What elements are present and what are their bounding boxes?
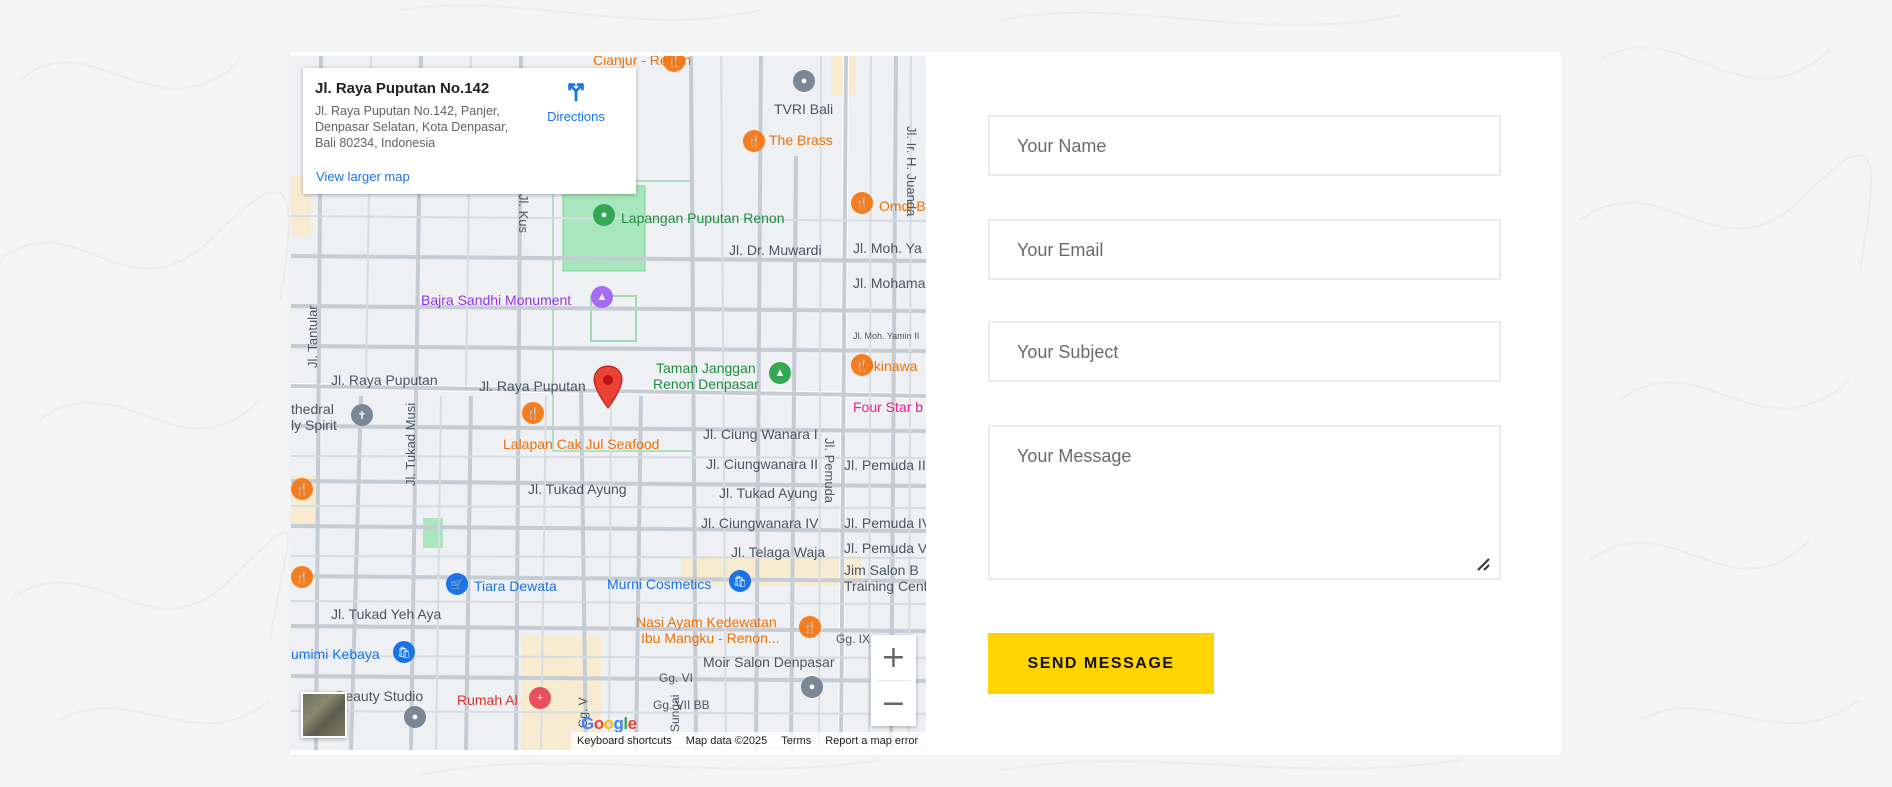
map-label: Jl. Tantular [305, 305, 320, 368]
directions-button[interactable]: Directions [536, 80, 616, 124]
map-data-label: Map data ©2025 [685, 735, 768, 747]
map-label: Jl. Pemuda II [844, 457, 926, 473]
map-label: Jl. Moh. Ya [853, 240, 922, 256]
map-label: Jl. Ciung Wanara I [703, 426, 818, 442]
map-label: ly Spirit [291, 417, 337, 433]
map-label: Bajra Sandhi Monument [421, 292, 572, 308]
map-label: Jl. Tukad Ayung [719, 485, 818, 501]
map-label: TVRI Bali [774, 101, 834, 117]
map-label: thedral [291, 401, 334, 417]
map-label: Jl. Dr. Muwardi [729, 242, 822, 258]
keyboard-shortcuts-link[interactable]: Keyboard shortcuts [577, 735, 672, 747]
monument-icon[interactable]: ▲ [591, 286, 613, 308]
map-label: Jl. Raya Puputan [479, 378, 586, 394]
map-label: Taman Janggan [656, 360, 756, 376]
name-field[interactable]: Your Name [988, 115, 1501, 176]
map-label: Jl. Pemuda [822, 438, 837, 504]
report-error-link[interactable]: Report a map error [825, 735, 918, 747]
zoom-controls: + − [871, 635, 916, 726]
hospital-icon[interactable]: + [529, 687, 551, 709]
map-label: Jl. Ciungwanara II [706, 456, 819, 472]
map-label: Jl. Moh. Yamin II [853, 331, 920, 341]
restaurant-icon[interactable]: 🍴 [522, 402, 544, 424]
map-label: Murni Cosmetics [607, 576, 712, 592]
message-field[interactable]: Your Message [988, 425, 1501, 580]
shop-icon[interactable]: 🛒 [446, 573, 468, 595]
email-field[interactable]: Your Email [988, 219, 1501, 280]
map-label: Jl. Tukad Yeh Aya [331, 606, 442, 622]
map-label: Gg. IX [836, 632, 871, 646]
google-logo: Google [581, 714, 637, 733]
map-label: Four Star b [853, 399, 924, 415]
map-label: Jl. Ciungwanara IV [701, 515, 819, 531]
map-label: Renon Denpasar [653, 376, 759, 392]
map-label: Jl. Raya Puputan [331, 372, 438, 388]
place-marker-icon[interactable]: ● [801, 676, 823, 698]
map-label: Jl. Tukad Musi [403, 402, 418, 486]
restaurant-icon[interactable]: 🍴 [799, 616, 821, 638]
map-label: Training Cent [844, 578, 926, 594]
map-label: Jl. Tukad Ayung [528, 481, 627, 497]
map-label: Okinawa [863, 358, 918, 374]
message-placeholder: Your Message [1017, 446, 1132, 466]
restaurant-icon[interactable]: 🍴 [291, 478, 313, 500]
place-address: Jl. Raya Puputan No.142, Panjer, Denpasa… [315, 104, 509, 150]
map-attribution: Keyboard shortcuts Map data ©2025 Terms … [571, 732, 926, 750]
map-label: Jl. Telaga Waja [731, 544, 826, 560]
map-label: Jl. Mohama [853, 275, 926, 291]
subject-placeholder: Your Subject [1017, 342, 1119, 362]
resize-handle-icon[interactable] [1475, 556, 1491, 572]
google-map[interactable]: 🍴 🍴 🍴 🍴 🍴 🍴 🍴 🍴 ● ✝ ● ● ● ▲ ▲ 🛒 🛍 🛍 + Ci… [291, 56, 926, 750]
restaurant-icon[interactable]: 🍴 [851, 192, 873, 214]
place-marker-icon[interactable]: ✝ [351, 404, 373, 426]
name-placeholder: Your Name [1017, 136, 1107, 156]
map-label: Lalapan Cak Jul Seafood [503, 436, 660, 452]
map-label: Nasi Ayam Kedewatan [636, 614, 777, 630]
directions-icon [568, 83, 584, 102]
satellite-view-toggle[interactable] [301, 692, 347, 738]
restaurant-icon[interactable]: 🍴 [743, 130, 765, 152]
shop-icon[interactable]: 🛍 [393, 641, 415, 663]
zoom-out-button[interactable]: − [871, 681, 916, 726]
zoom-in-button[interactable]: + [871, 635, 916, 680]
map-label: Cianjur - Renon [593, 56, 692, 68]
map-label: Gg. VI [659, 671, 694, 685]
map-label: Jim Salon B [844, 562, 919, 578]
map-label: Ibu Mangku - Renon... [641, 630, 780, 646]
shop-icon[interactable]: 🛍 [729, 570, 751, 592]
restaurant-icon[interactable]: 🍴 [291, 566, 313, 588]
map-label: Beauty Studio [336, 688, 424, 704]
place-marker-icon[interactable]: ● [404, 706, 426, 728]
park-icon[interactable]: ● [593, 204, 615, 226]
map-label: Jl. Pemuda IV [844, 515, 926, 531]
map-label: Rumah Al [457, 692, 518, 708]
view-larger-map-link[interactable]: View larger map [316, 169, 410, 184]
map-label: Sungai [668, 694, 682, 732]
subject-field[interactable]: Your Subject [988, 321, 1501, 382]
map-label: Jl. Pemuda V [844, 540, 926, 556]
map-label: Moir Salon Denpasar [703, 654, 835, 670]
map-label: umimi Kebaya [291, 646, 380, 662]
email-placeholder: Your Email [1017, 240, 1104, 260]
location-pin-icon[interactable] [593, 365, 623, 409]
map-label: The Brass [769, 132, 833, 148]
send-message-button[interactable]: SEND MESSAGE [988, 633, 1214, 694]
park-icon[interactable]: ▲ [769, 362, 791, 384]
place-info-card: Jl. Raya Puputan No.142 Jl. Raya Puputan… [303, 68, 636, 194]
map-label: Lapangan Puputan Renon [621, 210, 785, 226]
place-marker-icon[interactable]: ● [793, 70, 815, 92]
map-label: Tiara Dewata [474, 578, 557, 594]
map-label: Jl. Ir. H. Juanda [904, 126, 919, 217]
map-label: Jl. Kus [516, 194, 531, 234]
directions-label: Directions [547, 109, 605, 124]
terms-link[interactable]: Terms [781, 735, 811, 747]
